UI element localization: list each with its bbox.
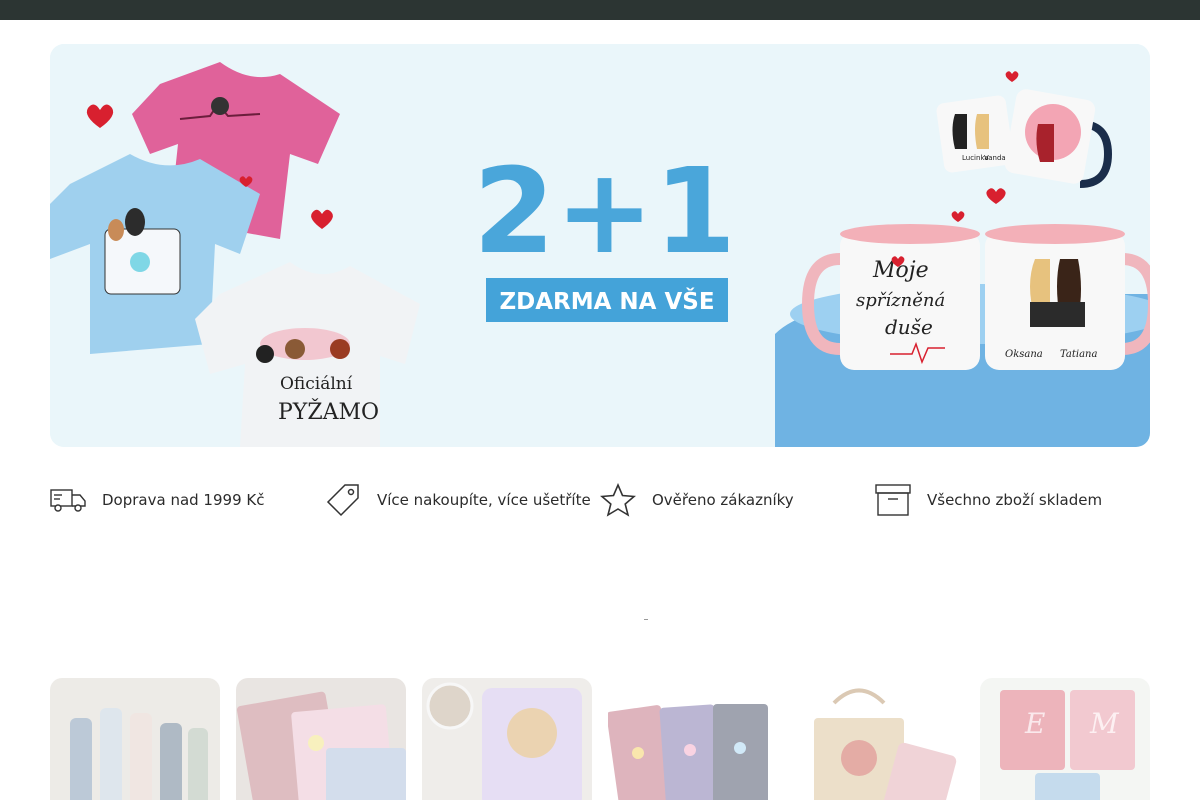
small-mug-name-right: Vanda [984,154,1006,162]
star-icon [600,482,636,518]
mug-text-line2: spřízněná [856,290,945,311]
feature-label: Více nakoupíte, více ušetříte [377,491,591,509]
top-bar [0,0,1200,20]
feature-verified: Ověřeno zákazníky [600,480,875,520]
category-card-bottles[interactable] [50,678,220,800]
category-card-monogram-notebooks[interactable]: E M [980,678,1150,800]
hero-banner[interactable]: Oficiální PYŽAMO 2+1 ZDARMA NA VŠE Moje … [50,44,1150,447]
shirt-text-line1: Oficiální [280,374,353,394]
feature-shipping: Doprava nad 1999 Kč [50,480,325,520]
feature-discount: Více nakoupíte, více ušetříte [325,480,600,520]
mug-name-right: Tatiana [1060,349,1097,360]
mug-text-line3: duše [885,315,933,339]
feature-label: Doprava nad 1999 Kč [102,491,265,509]
mug-name-left: Oksana [1005,349,1043,360]
small-mug-left-image: Lucinka Vanda [936,95,1014,173]
category-card-notebooks[interactable] [236,678,406,800]
shirt-text-line2: PYŽAMO [278,398,379,425]
category-card-tote-bag[interactable] [794,678,964,800]
feature-stock: Všechno zboží skladem [875,480,1150,520]
category-card-flower-notebooks[interactable] [608,678,778,800]
price-tag-icon [325,482,361,518]
loading-indicator [644,619,648,620]
promo-main-text: 2+1 [473,142,736,280]
feature-label: Ověřeno zákazníky [652,491,794,509]
delivery-truck-icon [50,482,86,518]
archive-box-icon [875,482,911,518]
svg-text:E: E [1024,707,1045,740]
hero-artwork: Oficiální PYŽAMO 2+1 ZDARMA NA VŠE Moje … [50,44,1150,447]
feature-label: Všechno zboží skladem [927,491,1103,509]
category-carousel: E M [50,678,1150,800]
features-bar: Doprava nad 1999 Kč Více nakoupíte, více… [50,480,1150,520]
category-card-dog-mug[interactable] [422,678,592,800]
svg-text:M: M [1089,707,1120,740]
promo-sub-text: ZDARMA NA VŠE [499,287,714,315]
